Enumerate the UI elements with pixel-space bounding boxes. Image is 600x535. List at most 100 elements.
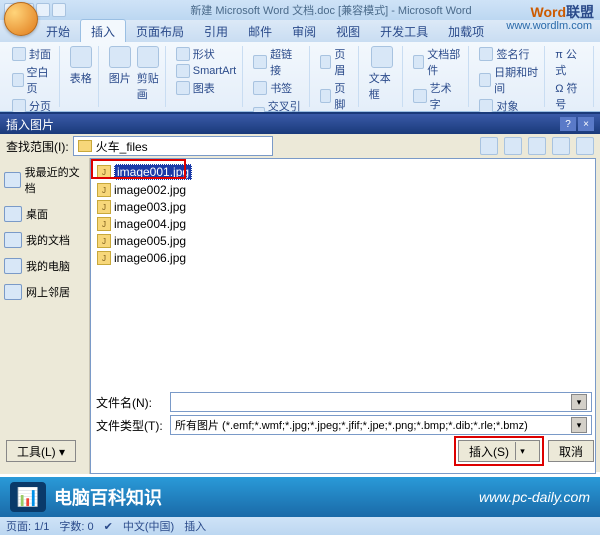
dialog-titlebar: 插入图片 ? × xyxy=(0,114,600,134)
symbol-button[interactable]: Ω 符号 xyxy=(555,80,587,112)
title-bar: 新建 Microsoft Word 文档.doc [兼容模式] - Micros… xyxy=(0,0,600,20)
picture-button[interactable]: 图片 xyxy=(109,46,131,102)
picture-icon xyxy=(109,46,131,68)
status-page[interactable]: 页面: 1/1 xyxy=(6,518,49,534)
smartart-button[interactable]: SmartArt xyxy=(176,64,236,78)
jpg-icon: J xyxy=(97,251,111,265)
sigline-button[interactable]: 签名行 xyxy=(479,46,538,62)
filetype-select[interactable]: 所有图片 (*.emf;*.wmf;*.jpg;*.jpeg;*.jfif;*.… xyxy=(170,415,592,435)
status-mode[interactable]: 插入 xyxy=(184,518,206,534)
tab-developer[interactable]: 开发工具 xyxy=(370,20,438,42)
print-icon[interactable] xyxy=(52,3,66,17)
jpg-icon: J xyxy=(97,200,111,214)
blank-page-button[interactable]: 空白页 xyxy=(12,64,53,96)
folder-icon xyxy=(78,140,92,152)
footer-button[interactable]: 页脚 xyxy=(320,80,352,112)
file-item[interactable]: Jimage003.jpg xyxy=(95,199,591,215)
tab-review[interactable]: 审阅 xyxy=(282,20,326,42)
status-proofing-icon[interactable]: ✔ xyxy=(104,520,113,533)
status-bar: 页面: 1/1 字数: 0 ✔ 中文(中国) 插入 xyxy=(0,517,600,535)
places-bar: 我最近的文档 桌面 我的文档 我的电脑 网上邻居 xyxy=(0,158,90,474)
blank-icon xyxy=(12,73,24,87)
jpg-icon: J xyxy=(97,217,111,231)
jpg-icon: J xyxy=(97,165,111,179)
bookmark-button[interactable]: 书签 xyxy=(253,80,303,96)
chevron-down-icon[interactable]: ▾ xyxy=(571,394,587,410)
place-desktop[interactable]: 桌面 xyxy=(4,206,85,222)
textbox-icon xyxy=(371,46,393,68)
tab-addins[interactable]: 加载项 xyxy=(438,20,494,42)
chevron-down-icon[interactable]: ▾ xyxy=(515,442,529,460)
cover-page-button[interactable]: 封面 xyxy=(12,46,53,62)
watermark-url: www.wordlm.com xyxy=(506,20,592,32)
datetime-button[interactable]: 日期和时间 xyxy=(479,64,538,96)
delete-icon[interactable] xyxy=(528,137,546,155)
quickparts-button[interactable]: 文档部件 xyxy=(413,46,463,78)
file-item[interactable]: Jimage004.jpg xyxy=(95,216,591,232)
redo-icon[interactable] xyxy=(36,3,50,17)
table-button[interactable]: 表格 xyxy=(70,46,92,86)
lookin-combo[interactable]: 火车_files xyxy=(73,136,273,156)
insert-button[interactable]: 插入(S)▾ xyxy=(458,440,540,462)
desktop-icon xyxy=(4,206,22,222)
place-documents[interactable]: 我的文档 xyxy=(4,232,85,248)
place-network[interactable]: 网上邻居 xyxy=(4,284,85,300)
views-icon[interactable] xyxy=(576,137,594,155)
ribbon: 封面 空白页 分页 表格 图片 剪贴画 形状 SmartArt 图表 超链接 书 xyxy=(0,42,600,112)
shapes-button[interactable]: 形状 xyxy=(176,46,236,62)
equation-button[interactable]: π 公式 xyxy=(555,46,587,78)
tab-mailings[interactable]: 邮件 xyxy=(238,20,282,42)
recent-icon xyxy=(4,172,21,188)
file-item[interactable]: Jimage005.jpg xyxy=(95,233,591,249)
date-icon xyxy=(479,73,491,87)
annotation-highlight: 插入(S)▾ xyxy=(454,436,544,466)
banner-text: 电脑百科知识 xyxy=(54,484,162,510)
break-icon xyxy=(12,99,26,113)
link-icon xyxy=(253,55,267,69)
sig-icon xyxy=(479,47,493,61)
header-button[interactable]: 页眉 xyxy=(320,46,352,78)
place-recent[interactable]: 我最近的文档 xyxy=(4,164,85,196)
chevron-down-icon[interactable]: ▾ xyxy=(571,417,587,433)
clipart-button[interactable]: 剪贴画 xyxy=(137,46,159,102)
chart-icon xyxy=(176,81,190,95)
cover-icon xyxy=(12,47,26,61)
tab-references[interactable]: 引用 xyxy=(194,20,238,42)
bookmark-icon xyxy=(253,81,267,95)
tab-insert[interactable]: 插入 xyxy=(80,19,126,42)
textbox-button[interactable]: 文本框 xyxy=(369,46,396,102)
table-icon xyxy=(70,46,92,68)
tab-layout[interactable]: 页面布局 xyxy=(126,20,194,42)
back-icon[interactable] xyxy=(480,137,498,155)
header-icon xyxy=(320,55,331,69)
file-item[interactable]: Jimage006.jpg xyxy=(95,250,591,266)
status-lang[interactable]: 中文(中国) xyxy=(123,518,174,534)
tab-home[interactable]: 开始 xyxy=(36,20,80,42)
quickparts-icon xyxy=(413,55,425,69)
file-item[interactable]: Jimage001.jpg xyxy=(95,163,591,181)
help-icon[interactable]: ? xyxy=(560,117,576,131)
tools-button[interactable]: 工具(L) ▾ xyxy=(6,440,76,462)
site-banner: 📊 电脑百科知识 www.pc-daily.com xyxy=(0,477,600,517)
jpg-icon: J xyxy=(97,183,111,197)
file-item[interactable]: Jimage002.jpg xyxy=(95,182,591,198)
place-computer[interactable]: 我的电脑 xyxy=(4,258,85,274)
status-words[interactable]: 字数: 0 xyxy=(59,518,93,534)
cancel-button[interactable]: 取消 xyxy=(548,440,594,462)
footer-icon xyxy=(320,89,331,103)
window-title: 新建 Microsoft Word 文档.doc [兼容模式] - Micros… xyxy=(66,2,596,18)
shapes-icon xyxy=(176,47,190,61)
jpg-icon: J xyxy=(97,234,111,248)
wordart-button[interactable]: 艺术字 xyxy=(413,80,463,112)
documents-icon xyxy=(4,232,22,248)
dialog-title: 插入图片 xyxy=(6,116,54,133)
filename-input[interactable]: ▾ xyxy=(170,392,592,412)
hyperlink-button[interactable]: 超链接 xyxy=(253,46,303,78)
tab-view[interactable]: 视图 xyxy=(326,20,370,42)
close-icon[interactable]: × xyxy=(578,117,594,131)
lookin-value: 火车_files xyxy=(96,138,148,155)
chart-button[interactable]: 图表 xyxy=(176,80,236,96)
newfolder-icon[interactable] xyxy=(552,137,570,155)
up-icon[interactable] xyxy=(504,137,522,155)
office-button[interactable] xyxy=(4,2,38,36)
